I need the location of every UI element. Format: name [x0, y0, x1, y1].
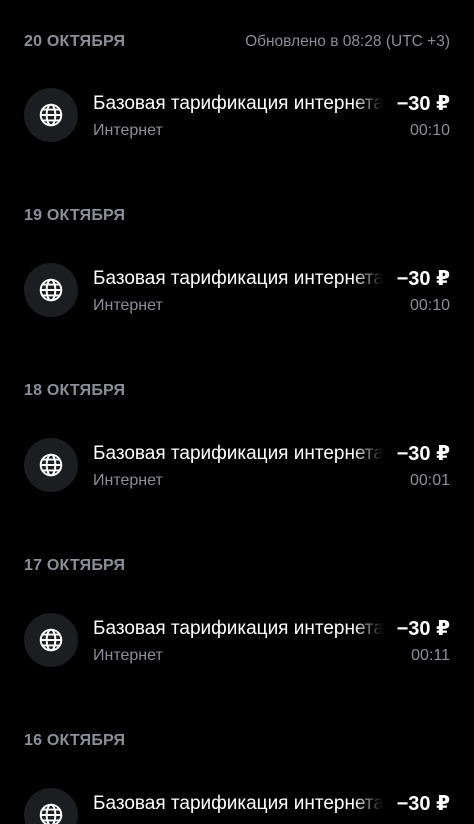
transaction-time: 00:10: [409, 122, 450, 139]
transaction-row[interactable]: Базовая тарификация интернета Интернет −…: [0, 88, 474, 144]
date-label: 19 ОКТЯБРЯ: [24, 207, 126, 224]
transaction-row[interactable]: Базовая тарификация интернета Интернет −…: [0, 613, 474, 669]
transaction-amount: −30 ₽: [396, 93, 450, 115]
globe-icon: [24, 438, 78, 492]
transaction-row[interactable]: Базовая тарификация интернета −30 ₽: [0, 788, 474, 824]
transaction-time: 00:10: [409, 297, 450, 314]
transaction-category: Интернет: [93, 647, 163, 664]
globe-icon: [24, 788, 78, 824]
globe-icon: [24, 88, 78, 142]
transaction-category: Интернет: [93, 122, 163, 139]
transaction-amount: −30 ₽: [396, 443, 450, 465]
date-label: 16 ОКТЯБРЯ: [24, 732, 126, 749]
transaction-title: Базовая тарификация интернета: [93, 90, 383, 118]
transaction-category: Интернет: [93, 472, 163, 489]
day-header: 19 ОКТЯБРЯ: [24, 204, 450, 228]
transaction-time: 00:11: [411, 647, 450, 664]
transaction-title: Базовая тарификация интернета: [93, 265, 383, 293]
date-label: 20 ОКТЯБРЯ: [24, 33, 126, 50]
updated-time-label: Обновлено в 08:28 (UTC +3): [245, 33, 450, 50]
transaction-title: Базовая тарификация интернета: [93, 790, 383, 818]
date-label: 18 ОКТЯБРЯ: [24, 382, 126, 399]
transaction-title: Базовая тарификация интернета: [93, 615, 383, 643]
day-header: 16 ОКТЯБРЯ: [24, 729, 450, 753]
transaction-amount: −30 ₽: [396, 618, 450, 640]
transaction-amount: −30 ₽: [396, 268, 450, 290]
transaction-amount: −30 ₽: [396, 793, 450, 815]
transactions-screen: 20 ОКТЯБРЯ Обновлено в 08:28 (UTC +3) Ба…: [0, 0, 474, 824]
day-header: 17 ОКТЯБРЯ: [24, 554, 450, 578]
day-header: 18 ОКТЯБРЯ: [24, 379, 450, 403]
globe-icon: [24, 263, 78, 317]
day-header: 20 ОКТЯБРЯ Обновлено в 08:28 (UTC +3): [24, 30, 450, 54]
transaction-category: Интернет: [93, 297, 163, 314]
transaction-row[interactable]: Базовая тарификация интернета Интернет −…: [0, 438, 474, 494]
transaction-row[interactable]: Базовая тарификация интернета Интернет −…: [0, 263, 474, 319]
transaction-title: Базовая тарификация интернета: [93, 440, 383, 468]
transaction-time: 00:01: [409, 472, 450, 489]
date-label: 17 ОКТЯБРЯ: [24, 557, 126, 574]
globe-icon: [24, 613, 78, 667]
